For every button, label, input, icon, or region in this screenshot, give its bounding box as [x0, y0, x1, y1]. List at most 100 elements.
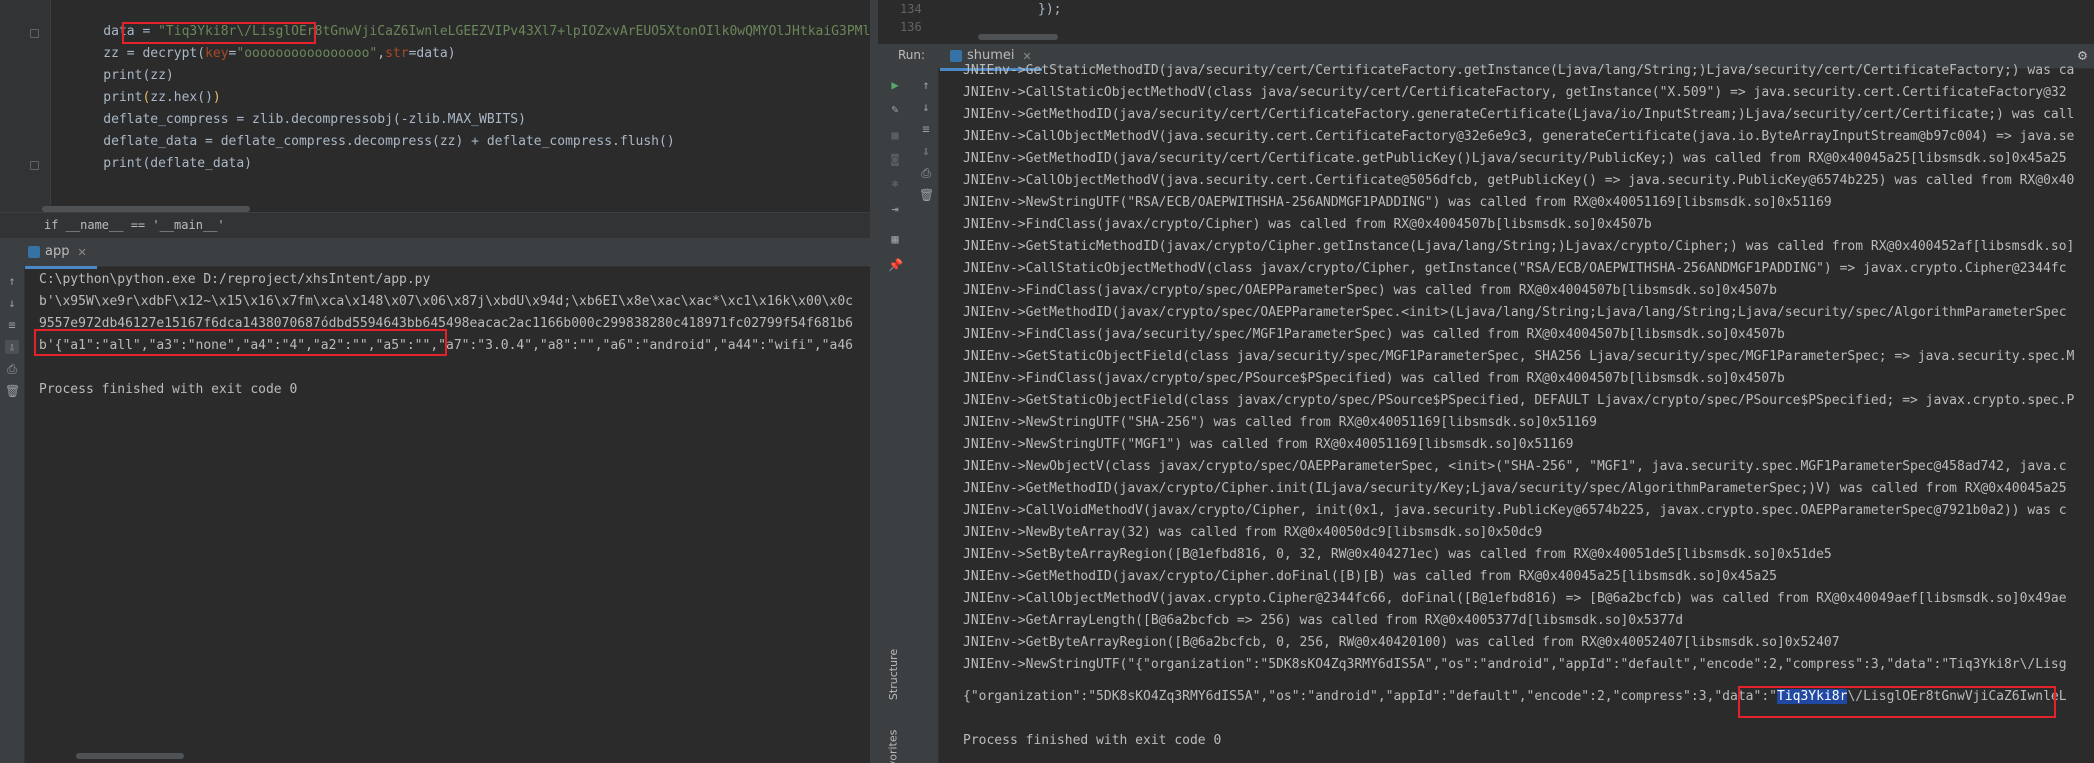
code-token: print(deflate_data) [72, 156, 253, 171]
line-number: 134 [900, 2, 922, 16]
output-line: Process finished with exit code 0 [39, 382, 298, 397]
log-line: JNIEnv->SetByteArrayRegion([B@1efbd816, … [963, 547, 1832, 562]
right-code-editor[interactable]: 134 136 }); [878, 0, 2094, 44]
scroll-to-end-icon[interactable]: ⇩ [919, 144, 933, 158]
arrow-up-icon[interactable]: ↑ [919, 78, 933, 92]
code-line: }); [1038, 2, 1062, 17]
wrap-icon[interactable]: ≡ [5, 318, 19, 332]
fold-icon[interactable] [30, 161, 39, 170]
output-line: C:\python\python.exe D:/reproject/xhsInt… [39, 272, 431, 287]
code-token: "oooooooooooooooo" [236, 46, 378, 61]
right-editor-scrollbar[interactable] [978, 34, 1058, 40]
fold-icon[interactable] [30, 29, 39, 38]
log-line: JNIEnv->GetStaticObjectField(class javax… [963, 393, 2075, 408]
log-line: JNIEnv->GetStaticMethodID(javax/crypto/C… [963, 239, 2075, 254]
log-line: JNIEnv->NewStringUTF("MGF1") was called … [963, 437, 1574, 452]
log-line: JNIEnv->NewStringUTF("SHA-256") was call… [963, 415, 1597, 430]
code-token: ) [212, 90, 221, 105]
log-line: JNIEnv->GetStaticMethodID(java/security/… [963, 63, 2075, 78]
log-line: JNIEnv->CallVoidMethodV(javax/crypto/Cip… [963, 503, 2067, 518]
log-line: JNIEnv->FindClass(javax/crypto/spec/PSou… [963, 371, 1785, 386]
print-icon[interactable]: ⎙ [5, 362, 19, 376]
log-line: JNIEnv->CallObjectMethodV(javax.crypto.C… [963, 591, 2067, 606]
wrap-icon[interactable]: ≡ [919, 122, 933, 136]
run-tab-bar: app ✕ [0, 238, 870, 269]
log-line: JNIEnv->CallObjectMethodV(java.security.… [963, 173, 2075, 188]
close-icon[interactable]: ✕ [77, 246, 86, 259]
log-line: JNIEnv->FindClass(javax/crypto/spec/OAEP… [963, 283, 1777, 298]
code-token: str [385, 46, 409, 61]
log-line: JNIEnv->GetMethodID(java/security/cert/C… [963, 107, 2075, 122]
pin-icon[interactable]: 📌 [888, 258, 903, 272]
code-line: deflate_data = deflate_compress.decompre… [72, 132, 675, 152]
tab-app-label: app [45, 244, 70, 259]
log-line: JNIEnv->NewObjectV(class javax/crypto/sp… [963, 459, 2067, 474]
code-line: print(zz) [72, 66, 174, 86]
editor-gutter [0, 0, 51, 212]
arrow-down-icon[interactable]: ↓ [919, 100, 933, 114]
code-line: print(deflate_data) [72, 154, 252, 174]
log-line: JNIEnv->GetMethodID(java/security/cert/C… [963, 151, 2067, 166]
gear-icon[interactable]: ⚙ [2078, 46, 2087, 64]
highlight-box-data [122, 22, 316, 44]
favorites-side-tab[interactable]: Favorites [886, 730, 899, 763]
split-divider[interactable] [870, 0, 878, 763]
output-line: b'\x95W\xe9r\xdbF\x12~\x15\x16\x7fm\xca\… [39, 294, 853, 309]
code-token: deflate_compress = zlib.decompressobj(-z… [72, 112, 526, 127]
log-line: JNIEnv->CallStaticObjectMethodV(class ja… [963, 85, 2067, 100]
highlight-box-output [34, 329, 447, 356]
code-token: deflate_data = deflate_compress.decompre… [72, 134, 675, 149]
code-token: print(zz) [72, 68, 174, 83]
print-icon[interactable]: ⎙ [919, 166, 933, 180]
run-toolbar-primary: ▶ ✎ ■ ◙ ✱ ⇥ ▦ 📌 Structure Favorites [878, 68, 914, 763]
debug-icon[interactable]: ✱ [888, 176, 902, 190]
code-token: zz.hex() [150, 90, 213, 105]
run-toolbar-secondary: ↑ ↓ ≡ ⇩ ⎙ 🗑 [914, 68, 939, 763]
log-line: JNIEnv->CallObjectMethodV(java.security.… [963, 129, 2075, 144]
code-line: deflate_compress = zlib.decompressobj(-z… [72, 110, 526, 130]
python-icon [28, 246, 40, 258]
stop-icon[interactable]: ■ [888, 128, 902, 142]
code-token: zz = decrypt( [72, 46, 206, 61]
exit-icon[interactable]: ⇥ [888, 202, 902, 216]
code-token: , [377, 46, 386, 61]
finish-line: Process finished with exit code 0 [963, 733, 1222, 748]
run-panel-app: app ✕ ↑ ↓ ≡ ⇩ ⎙ 🗑 C:\python\python.exe D:… [0, 238, 870, 763]
arrow-down-icon[interactable]: ↓ [5, 296, 19, 310]
log-line: JNIEnv->GetArrayLength([B@6a2bcfcb => 25… [963, 613, 1684, 628]
arrow-up-icon[interactable]: ↑ [5, 274, 19, 288]
trash-icon[interactable]: 🗑 [919, 188, 934, 202]
log-line: JNIEnv->GetMethodID(javax/crypto/Cipher.… [963, 481, 2067, 496]
layout-icon[interactable]: ▦ [888, 232, 902, 246]
structure-side-tab[interactable]: Structure [887, 649, 900, 700]
log-line: JNIEnv->FindClass(javax/crypto/Cipher) w… [963, 217, 1652, 232]
log-line: JNIEnv->GetMethodID(javax/crypto/spec/OA… [963, 305, 2067, 320]
wrench-icon[interactable]: ✎ [888, 102, 902, 116]
log-line: JNIEnv->GetStaticObjectField(class java/… [963, 349, 2075, 364]
trash-icon[interactable]: 🗑 [5, 384, 20, 398]
log-line: JNIEnv->NewStringUTF("RSA/ECB/OAEPWITHSH… [963, 195, 1832, 210]
breadcrumb-label: if __name__ == '__main__' [44, 218, 225, 232]
log-line: JNIEnv->FindClass(java/security/spec/MGF… [963, 327, 1785, 342]
run-toolbar: ↑ ↓ ≡ ⇩ ⎙ 🗑 [0, 266, 25, 763]
run-panel-shumei: Run: shumei ✕ ⚙ ▶ ✎ ■ ◙ ✱ ⇥ ▦ 📌 Structure… [878, 44, 2094, 763]
run-icon[interactable]: ▶ [888, 78, 902, 92]
code-line: print(zz.hex()) [72, 88, 221, 108]
highlight-box-log [1738, 686, 2056, 718]
python-icon [950, 50, 962, 62]
line-number: 136 [900, 20, 922, 34]
log-line: JNIEnv->GetByteArrayRegion([B@6a2bcfcb, … [963, 635, 1840, 650]
console-horizontal-scrollbar[interactable] [76, 753, 184, 759]
scroll-to-end-icon[interactable]: ⇩ [5, 340, 19, 354]
camera-icon[interactable]: ◙ [888, 152, 902, 166]
breadcrumb[interactable]: if __name__ == '__main__' [0, 212, 870, 239]
log-line: JNIEnv->GetMethodID(javax/crypto/Cipher.… [963, 569, 1777, 584]
log-line: JNIEnv->NewStringUTF("{"organization":"5… [963, 657, 2067, 672]
code-line: zz = decrypt(key="oooooooooooooooo",str=… [72, 44, 455, 64]
tab-app[interactable]: app ✕ [18, 240, 97, 269]
code-token: print [72, 90, 143, 105]
run-label: Run: [898, 48, 926, 62]
log-line: JNIEnv->CallStaticObjectMethodV(class ja… [963, 261, 2067, 276]
log-line: JNIEnv->NewByteArray(32) was called from… [963, 525, 1543, 540]
log-text: {"organization":"5DK8sKO4Zq3RMY6dIS5A","… [963, 689, 1777, 704]
